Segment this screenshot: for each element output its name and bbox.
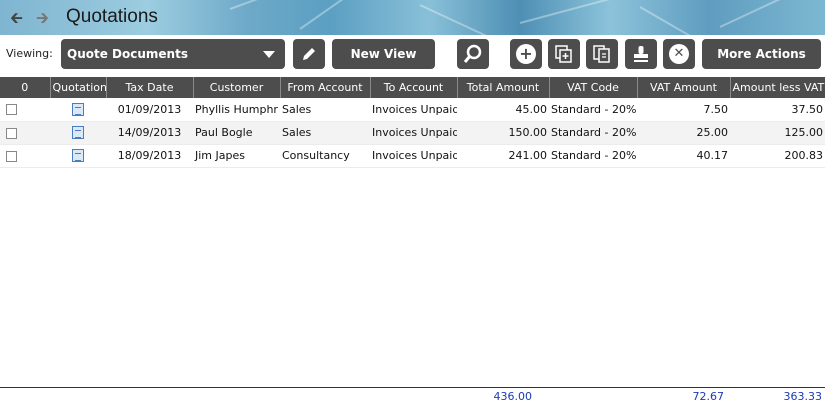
- cell-tax-date: 18/09/2013: [106, 144, 193, 168]
- edit-pencil-icon: [303, 48, 315, 60]
- column-header-from-account[interactable]: From Account: [280, 77, 371, 98]
- table-row[interactable]: 01/09/2013 Phyllis Humphr Sales Invoices…: [0, 98, 825, 122]
- copy-add-button[interactable]: [548, 39, 580, 69]
- document-icon[interactable]: [72, 149, 84, 163]
- copy-document-icon: [593, 45, 610, 63]
- cell-from-account: Sales: [280, 98, 370, 122]
- cell-customer: Phyllis Humphr: [193, 98, 280, 122]
- more-actions-label: More Actions: [717, 47, 806, 61]
- column-header-to-account[interactable]: To Account: [370, 77, 458, 98]
- cell-to-account: Invoices Unpaid: [370, 144, 457, 168]
- cell-customer: Jim Japes: [193, 144, 280, 168]
- new-view-button[interactable]: New View: [332, 39, 435, 69]
- new-view-label: New View: [350, 47, 417, 61]
- table-header-row: 0 Quotation ... Tax Date Customer From A…: [0, 77, 825, 98]
- view-select[interactable]: Quote Documents: [61, 39, 285, 69]
- column-header-customer[interactable]: Customer: [193, 77, 281, 98]
- vat-amount-sum: 72.67: [692, 390, 725, 403]
- page-title: Quotations: [66, 6, 158, 27]
- cell-to-account: Invoices Unpaid: [370, 98, 457, 122]
- column-header-select[interactable]: 0: [0, 77, 51, 98]
- stamp-button[interactable]: [625, 39, 657, 69]
- copy-add-icon: [555, 45, 572, 63]
- total-amount-sum: 436.00: [493, 390, 533, 403]
- cell-tax-date: 14/09/2013: [106, 121, 193, 145]
- document-icon[interactable]: [72, 103, 84, 116]
- viewing-label: Viewing:: [6, 47, 53, 60]
- row-checkbox[interactable]: [6, 104, 17, 116]
- table-row[interactable]: 14/09/2013 Paul Bogle Sales Invoices Unp…: [0, 121, 825, 145]
- cell-vat-code: Standard - 20%: [549, 144, 637, 168]
- column-header-total-amount[interactable]: Total Amount: [457, 77, 550, 98]
- cell-from-account: Consultancy: [280, 144, 370, 168]
- header-banner: 🡰 🡲 Quotations: [0, 0, 825, 35]
- view-select-value: Quote Documents: [67, 47, 188, 61]
- row-checkbox[interactable]: [6, 127, 17, 139]
- search-icon: [463, 44, 482, 63]
- cell-vat-amount: 7.50: [637, 98, 730, 122]
- stamp-icon: [634, 46, 648, 62]
- table-row[interactable]: 18/09/2013 Jim Japes Consultancy Invoice…: [0, 144, 825, 168]
- delete-button[interactable]: ✕: [663, 39, 695, 69]
- cell-vat-amount: 40.17: [637, 144, 730, 168]
- column-header-amount-less-vat[interactable]: Amount less VAT: [730, 77, 825, 98]
- cell-vat-code: Standard - 20%: [549, 121, 637, 145]
- cell-tax-date: 01/09/2013: [106, 98, 193, 122]
- toolbar: Viewing: Quote Documents New View + ✕ Mo…: [0, 35, 825, 75]
- column-header-tax-date[interactable]: Tax Date: [106, 77, 194, 98]
- cell-total-amount: 150.00: [457, 121, 549, 145]
- quotations-table: 0 Quotation ... Tax Date Customer From A…: [0, 77, 825, 168]
- row-checkbox[interactable]: [6, 150, 17, 162]
- document-icon[interactable]: [72, 126, 84, 140]
- add-button[interactable]: +: [510, 39, 542, 69]
- cell-total-amount: 45.00: [457, 98, 549, 122]
- cell-amount-less-vat: 200.83: [730, 144, 825, 168]
- search-button[interactable]: [457, 39, 489, 69]
- column-header-vat-code[interactable]: VAT Code: [549, 77, 638, 98]
- chevron-down-icon: [263, 51, 275, 58]
- edit-view-button[interactable]: [293, 39, 325, 69]
- forward-arrow-icon[interactable]: 🡲: [36, 10, 49, 26]
- cell-total-amount: 241.00: [457, 144, 549, 168]
- cell-vat-amount: 25.00: [637, 121, 730, 145]
- cell-amount-less-vat: 125.00: [730, 121, 825, 145]
- back-arrow-icon[interactable]: 🡰: [10, 10, 23, 26]
- delete-icon: ✕: [669, 44, 689, 64]
- cell-customer: Paul Bogle: [193, 121, 280, 145]
- cell-to-account: Invoices Unpaid: [370, 121, 457, 145]
- copy-document-button[interactable]: [586, 39, 618, 69]
- more-actions-button[interactable]: More Actions: [702, 39, 821, 69]
- column-header-vat-amount[interactable]: VAT Amount: [637, 77, 731, 98]
- totals-divider: [0, 387, 825, 388]
- amount-less-vat-sum: 363.33: [783, 390, 823, 403]
- cell-amount-less-vat: 37.50: [730, 98, 825, 122]
- cell-from-account: Sales: [280, 121, 370, 145]
- cell-vat-code: Standard - 20%: [549, 98, 637, 122]
- add-icon: +: [516, 44, 536, 64]
- column-header-quotation[interactable]: Quotation ...: [50, 77, 107, 98]
